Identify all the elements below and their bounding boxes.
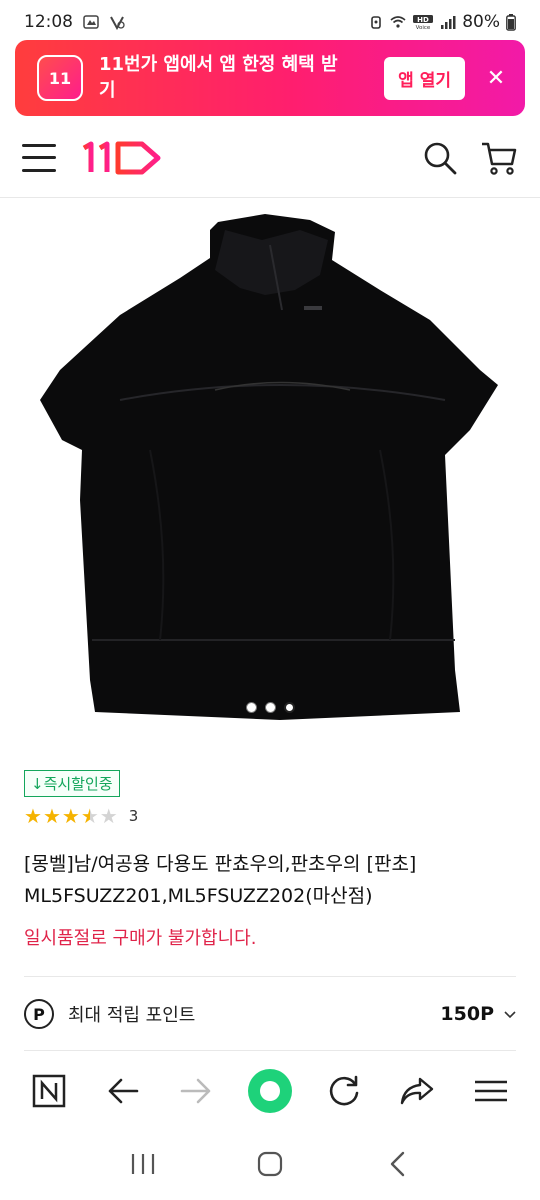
eleven-street-logo-icon [82,141,161,174]
review-count: 3 [128,807,139,825]
notification-icon [83,15,99,29]
open-app-button[interactable]: 앱 열기 [384,56,465,100]
status-bar: 12:08 HD Voice 80% [0,0,540,44]
home-icon[interactable] [247,1068,293,1114]
chevron-down-icon[interactable] [504,1008,516,1020]
app-install-banner[interactable]: 11 11번가 앱에서 앱 한정 혜택 받기 앱 열기 ✕ [15,40,525,116]
search-icon[interactable] [422,140,458,176]
divider [24,976,516,977]
star-full-icon: ★ [24,804,42,828]
rating[interactable]: ★ ★ ★ ★ ★ 3 [24,806,138,826]
close-banner-icon[interactable]: ✕ [485,66,507,91]
banner-app-logo: 11 [37,55,83,101]
status-time: 12:08 [24,12,73,32]
product-title: [몽벨]남/여공용 다용도 판쵸우의,판초우의 [판초] ML5FSUZZ201… [24,853,417,907]
svg-text:Voice: Voice [416,25,431,30]
browser-toolbar [0,1056,540,1126]
max-points-row[interactable]: P 최대 적립 포인트 150P [24,994,516,1034]
forward-icon[interactable] [173,1068,219,1114]
star-empty-icon: ★ [99,804,118,828]
back-icon[interactable] [100,1068,146,1114]
svg-text:HD: HD [417,16,429,24]
n-icon[interactable] [26,1068,72,1114]
product-image[interactable] [0,200,540,730]
menu-icon[interactable] [22,143,56,172]
carousel-dot-active[interactable] [283,702,295,713]
points-value: 150P [440,1003,494,1025]
signal-icon [441,16,456,29]
app-notification-icon [110,16,125,30]
share-icon[interactable] [394,1068,440,1114]
banner-message: 11번가 앱에서 앱 한정 혜택 받기 [99,54,338,101]
system-navigation-bar [0,1128,540,1200]
site-logo[interactable]: 11 [78,138,164,178]
poncho-image [40,214,498,720]
site-header: 11 [0,118,540,198]
wifi-icon [390,16,406,28]
carousel-indicator [0,702,540,713]
battery-percent: 80% [462,12,500,32]
hd-voice-icon: HDVoice [413,15,434,30]
alarm-icon [371,16,382,29]
carousel-dot[interactable] [264,702,276,713]
cart-icon[interactable] [480,140,518,176]
recents-icon[interactable] [120,1141,166,1187]
reload-icon[interactable] [321,1068,367,1114]
star-full-icon: ★ [61,804,80,828]
battery-icon [506,13,516,31]
instant-discount-badge: ↓즉시할인중 [24,770,120,797]
star-full-icon: ★ [42,804,61,828]
divider [24,1050,516,1051]
banner-logo-text: 11 [48,68,72,88]
point-icon-glyph: P [33,1004,45,1024]
soldout-notice: 일시품절로 구매가 불가합니다. [24,928,257,949]
point-icon: P [24,999,54,1029]
star-half-icon: ★ [80,804,99,828]
back-icon[interactable] [374,1141,420,1187]
home-icon[interactable] [247,1141,293,1187]
menu-icon[interactable] [468,1068,514,1114]
points-label: 최대 적립 포인트 [68,1005,196,1026]
carousel-dot[interactable] [245,702,257,713]
